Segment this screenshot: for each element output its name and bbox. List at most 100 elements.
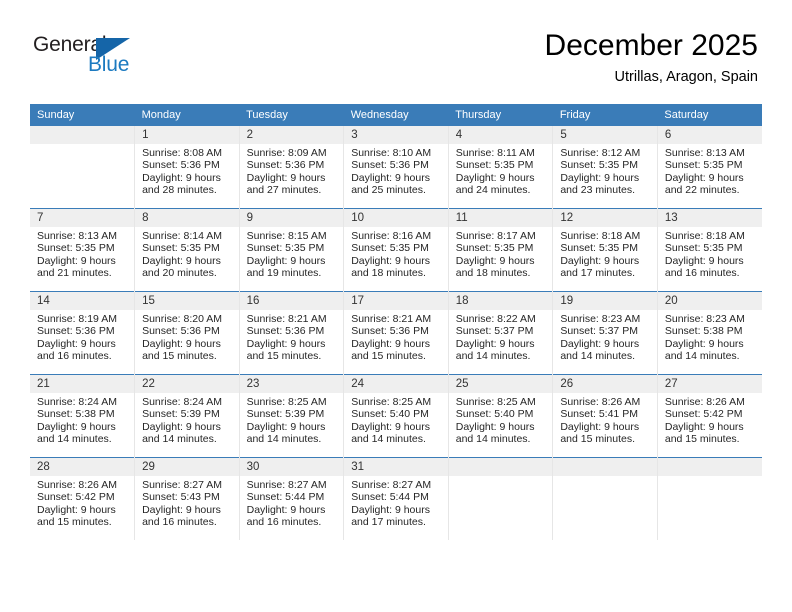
- day-details: Sunrise: 8:23 AM Sunset: 5:38 PM Daylight:…: [658, 310, 762, 362]
- daylight-duration-line1: Daylight: 9 hours: [246, 503, 326, 516]
- weekday-header-sunday: Sunday: [30, 104, 135, 126]
- sunset-time: Sunset: 5:35 PM: [664, 242, 743, 255]
- calendar-day-cell[interactable]: 5 Sunrise: 8:12 AM Sunset: 5:35 PM Daylight…: [552, 126, 658, 209]
- sunrise-time: Sunrise: 8:19 AM: [37, 313, 117, 325]
- calendar-day-cell[interactable]: 2 Sunrise: 8:09 AM Sunset: 5:36 PM Daylight…: [238, 126, 345, 209]
- day-number: 25: [448, 375, 553, 393]
- sunrise-time: Sunrise: 8:21 AM: [351, 313, 432, 325]
- daylight-duration-line2: and 15 minutes.: [246, 349, 322, 362]
- daylight-duration-line1: Daylight: 9 hours: [246, 254, 326, 267]
- daylight-duration-line1: Daylight: 9 hours: [455, 171, 535, 184]
- daylight-duration-line2: and 14 minutes.: [142, 432, 217, 445]
- calendar-day-cell[interactable]: 1 Sunrise: 8:08 AM Sunset: 5:36 PM Daylight…: [134, 126, 240, 209]
- day-number: 31: [344, 458, 448, 476]
- daylight-duration-line1: Daylight: 9 hours: [246, 420, 326, 433]
- daylight-duration-line1: Daylight: 9 hours: [455, 337, 535, 350]
- calendar-day-cell[interactable]: 22 Sunrise: 8:24 AM Sunset: 5:39 PM Dayligh…: [134, 374, 240, 458]
- daylight-duration-line1: Daylight: 9 hours: [351, 503, 430, 516]
- sunset-time: Sunset: 5:44 PM: [246, 491, 325, 504]
- sunset-time: Sunset: 5:36 PM: [246, 159, 325, 172]
- sunrise-time: Sunrise: 8:13 AM: [37, 230, 117, 242]
- day-details: Sunrise: 8:13 AM Sunset: 5:35 PM Daylight:…: [30, 227, 134, 279]
- daylight-duration-line1: Daylight: 9 hours: [664, 337, 744, 350]
- sunset-time: Sunset: 5:43 PM: [142, 491, 220, 504]
- calendar-day-cell[interactable]: 25 Sunrise: 8:25 AM Sunset: 5:40 PM Dayligh…: [447, 374, 554, 458]
- calendar-day-cell[interactable]: 8 Sunrise: 8:14 AM Sunset: 5:35 PM Daylight…: [134, 208, 240, 292]
- sunset-time: Sunset: 5:42 PM: [664, 408, 743, 421]
- calendar-day-cell[interactable]: 3 Sunrise: 8:10 AM Sunset: 5:36 PM Daylight…: [343, 126, 449, 209]
- daylight-duration-line2: and 24 minutes.: [455, 183, 531, 196]
- daylight-duration-line1: Daylight: 9 hours: [351, 171, 430, 184]
- calendar-day-cell[interactable]: 29 Sunrise: 8:27 AM Sunset: 5:43 PM Dayligh…: [134, 457, 240, 540]
- day-number: 12: [553, 209, 657, 227]
- daylight-duration-line1: Daylight: 9 hours: [455, 254, 535, 267]
- day-number: 8: [135, 209, 239, 227]
- daylight-duration-line2: and 16 minutes.: [246, 515, 322, 528]
- calendar-day-cell-empty: [656, 457, 762, 540]
- weekday-header-thursday: Thursday: [448, 104, 553, 126]
- daylight-duration-line1: Daylight: 9 hours: [142, 171, 221, 184]
- calendar-day-cell[interactable]: 15 Sunrise: 8:20 AM Sunset: 5:36 PM Dayligh…: [134, 291, 240, 375]
- calendar-week-row: 14 Sunrise: 8:19 AM Sunset: 5:36 PM Dayligh…: [30, 291, 762, 375]
- day-number: 18: [448, 292, 553, 310]
- day-details: Sunrise: 8:23 AM Sunset: 5:37 PM Daylight:…: [553, 310, 657, 362]
- daylight-duration-line1: Daylight: 9 hours: [560, 171, 640, 184]
- calendar-day-cell[interactable]: 16 Sunrise: 8:21 AM Sunset: 5:36 PM Dayligh…: [238, 291, 345, 375]
- calendar-day-cell[interactable]: 17 Sunrise: 8:21 AM Sunset: 5:36 PM Dayligh…: [343, 291, 449, 375]
- calendar-day-cell[interactable]: 19 Sunrise: 8:23 AM Sunset: 5:37 PM Dayligh…: [552, 291, 658, 375]
- calendar-day-cell[interactable]: 4 Sunrise: 8:11 AM Sunset: 5:35 PM Daylight…: [447, 126, 554, 209]
- sunset-time: Sunset: 5:36 PM: [142, 159, 220, 172]
- calendar-day-cell[interactable]: 27 Sunrise: 8:26 AM Sunset: 5:42 PM Dayligh…: [656, 374, 762, 458]
- day-number: 3: [344, 126, 448, 144]
- day-details: Sunrise: 8:24 AM Sunset: 5:39 PM Daylight:…: [135, 393, 239, 445]
- day-details: Sunrise: 8:26 AM Sunset: 5:42 PM Daylight:…: [30, 476, 134, 528]
- sunrise-time: Sunrise: 8:26 AM: [560, 396, 641, 408]
- calendar-day-cell[interactable]: 10 Sunrise: 8:16 AM Sunset: 5:35 PM Dayligh…: [343, 208, 449, 292]
- day-details: Sunrise: 8:20 AM Sunset: 5:36 PM Daylight:…: [135, 310, 239, 362]
- calendar-day-cell[interactable]: 23 Sunrise: 8:25 AM Sunset: 5:39 PM Dayligh…: [238, 374, 345, 458]
- calendar-week-row: 21 Sunrise: 8:24 AM Sunset: 5:38 PM Dayligh…: [30, 374, 762, 458]
- day-number: 20: [657, 292, 762, 310]
- daylight-duration-line1: Daylight: 9 hours: [37, 420, 116, 433]
- calendar-day-cell[interactable]: 24 Sunrise: 8:25 AM Sunset: 5:40 PM Dayligh…: [343, 374, 449, 458]
- calendar-day-cell[interactable]: 14 Sunrise: 8:19 AM Sunset: 5:36 PM Dayligh…: [30, 291, 136, 375]
- calendar-day-cell[interactable]: 6 Sunrise: 8:13 AM Sunset: 5:35 PM Daylight…: [656, 126, 762, 209]
- calendar-day-cell[interactable]: 12 Sunrise: 8:18 AM Sunset: 5:35 PM Dayligh…: [552, 208, 658, 292]
- sunrise-time: Sunrise: 8:24 AM: [37, 396, 117, 408]
- daylight-duration-line2: and 15 minutes.: [37, 515, 112, 528]
- sunrise-time: Sunrise: 8:25 AM: [246, 396, 327, 408]
- day-number: 24: [344, 375, 448, 393]
- day-number: 22: [135, 375, 239, 393]
- calendar-table: Sunday Monday Tuesday Wednesday Thursday…: [30, 104, 762, 540]
- calendar-day-cell[interactable]: 13 Sunrise: 8:18 AM Sunset: 5:35 PM Dayligh…: [656, 208, 762, 292]
- calendar-day-cell[interactable]: 21 Sunrise: 8:24 AM Sunset: 5:38 PM Dayligh…: [30, 374, 136, 458]
- sunset-time: Sunset: 5:40 PM: [351, 408, 429, 421]
- calendar-day-cell[interactable]: 7 Sunrise: 8:13 AM Sunset: 5:35 PM Daylight…: [30, 208, 136, 292]
- sunrise-time: Sunrise: 8:10 AM: [351, 147, 432, 159]
- daylight-duration-line2: and 21 minutes.: [37, 266, 112, 279]
- brand-logo[interactable]: General Blue: [33, 33, 183, 81]
- sunrise-time: Sunrise: 8:20 AM: [142, 313, 223, 325]
- daylight-duration-line2: and 16 minutes.: [142, 515, 217, 528]
- calendar-day-cell[interactable]: 18 Sunrise: 8:22 AM Sunset: 5:37 PM Dayligh…: [447, 291, 554, 375]
- calendar-day-cell[interactable]: 20 Sunrise: 8:23 AM Sunset: 5:38 PM Dayligh…: [656, 291, 762, 375]
- sunrise-time: Sunrise: 8:23 AM: [664, 313, 745, 325]
- calendar-day-cell[interactable]: 9 Sunrise: 8:15 AM Sunset: 5:35 PM Daylight…: [238, 208, 345, 292]
- weekday-header-row: Sunday Monday Tuesday Wednesday Thursday…: [30, 104, 762, 126]
- daylight-duration-line2: and 17 minutes.: [351, 515, 426, 528]
- day-details: Sunrise: 8:22 AM Sunset: 5:37 PM Daylight:…: [449, 310, 553, 362]
- day-details: Sunrise: 8:26 AM Sunset: 5:42 PM Daylight:…: [658, 393, 762, 445]
- day-number: 26: [553, 375, 657, 393]
- day-number: 5: [553, 126, 657, 144]
- calendar-day-cell[interactable]: 26 Sunrise: 8:26 AM Sunset: 5:41 PM Dayligh…: [552, 374, 658, 458]
- calendar-day-cell[interactable]: 31 Sunrise: 8:27 AM Sunset: 5:44 PM Dayligh…: [343, 457, 449, 540]
- sunrise-time: Sunrise: 8:23 AM: [560, 313, 641, 325]
- sunset-time: Sunset: 5:38 PM: [664, 325, 743, 338]
- calendar-day-cell[interactable]: 30 Sunrise: 8:27 AM Sunset: 5:44 PM Dayligh…: [238, 457, 345, 540]
- title-block: December 2025 Utrillas, Aragon, Spain: [545, 28, 758, 87]
- calendar-day-cell[interactable]: 28 Sunrise: 8:26 AM Sunset: 5:42 PM Dayligh…: [30, 457, 136, 540]
- calendar-day-cell[interactable]: 11 Sunrise: 8:17 AM Sunset: 5:35 PM Dayligh…: [447, 208, 554, 292]
- day-details: Sunrise: 8:25 AM Sunset: 5:40 PM Daylight:…: [344, 393, 448, 445]
- day-number: 10: [344, 209, 448, 227]
- day-number: 19: [553, 292, 657, 310]
